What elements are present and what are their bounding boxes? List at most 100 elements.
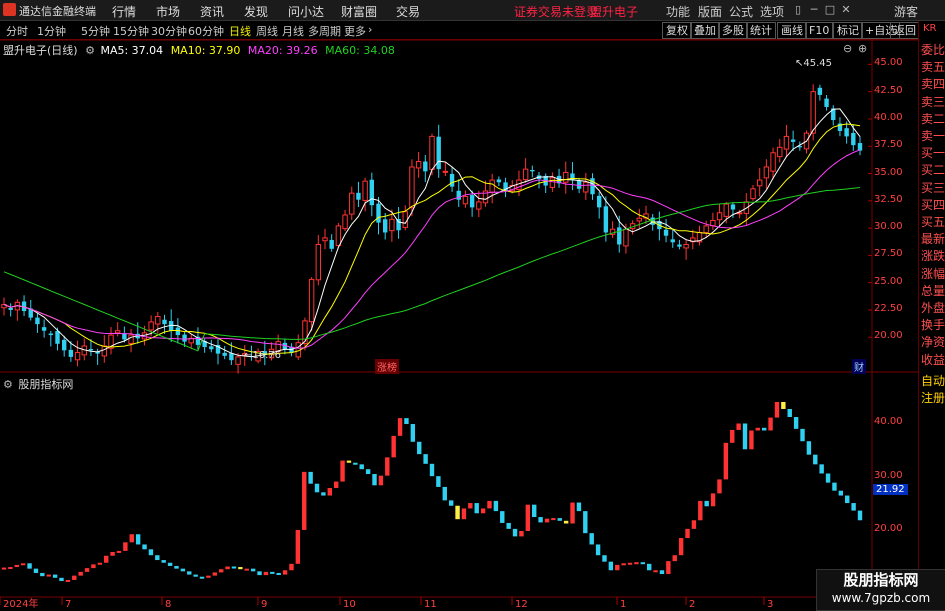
indicator-bar bbox=[372, 474, 377, 486]
indicator-bar bbox=[295, 529, 301, 564]
indicator-tick-label: 30.00 bbox=[874, 469, 903, 481]
x-tick-label: 3 bbox=[767, 599, 773, 609]
indicator-bar bbox=[257, 571, 262, 576]
x-tick-label: 9 bbox=[261, 599, 267, 609]
sidebar-tab-8[interactable]: 买三 bbox=[921, 179, 945, 196]
indicator-bar bbox=[461, 508, 467, 520]
indicator-bar bbox=[231, 566, 237, 569]
indicator-bar bbox=[487, 500, 492, 509]
indicator-bar bbox=[148, 549, 154, 556]
candle-body bbox=[549, 177, 556, 188]
indicator-bar bbox=[698, 500, 703, 521]
indicator-bar bbox=[538, 517, 543, 523]
sidebar-tab-12[interactable]: 涨跌 bbox=[921, 247, 945, 264]
candle-body bbox=[636, 217, 643, 222]
indicator-bar bbox=[563, 520, 569, 524]
x-tick-label: 10 bbox=[343, 599, 356, 609]
candle-body bbox=[489, 179, 495, 193]
candle-body bbox=[389, 218, 395, 232]
x-tick-label: 8 bbox=[165, 599, 171, 609]
sidebar-tab-4[interactable]: 卖二 bbox=[921, 110, 945, 127]
sidebar-tab-13[interactable]: 涨幅 bbox=[921, 265, 945, 282]
price-tick-label: 35.00 bbox=[874, 166, 903, 178]
indicator-bar bbox=[20, 563, 26, 566]
sidebar-tab-0[interactable]: 委比 bbox=[921, 41, 945, 58]
indicator-bar bbox=[52, 574, 58, 578]
indicator-bar bbox=[819, 464, 824, 474]
candle-body bbox=[114, 330, 121, 334]
watermark: 股朋指标网 www.7gpzb.com bbox=[816, 569, 945, 611]
candle-body bbox=[583, 181, 589, 193]
indicator-current-value: 21.92 bbox=[873, 484, 908, 495]
sidebar-tab-7[interactable]: 买二 bbox=[921, 161, 945, 178]
indicator-bar bbox=[78, 571, 83, 576]
high-annotation: ↖45.45 bbox=[795, 58, 833, 69]
indicator-bar bbox=[97, 562, 103, 565]
indicator-bar bbox=[474, 503, 479, 514]
sidebar-tab-20[interactable]: 注册 bbox=[921, 389, 945, 406]
indicator-bar bbox=[442, 486, 447, 501]
zhangbang-tag[interactable]: 涨榜 bbox=[375, 359, 399, 374]
candle-body bbox=[128, 334, 134, 344]
indicator-bar bbox=[397, 418, 403, 436]
candle-body bbox=[824, 98, 829, 107]
sidebar-tab-18[interactable]: 收益 bbox=[921, 351, 945, 368]
indicator-bar bbox=[480, 508, 486, 514]
indicator-bar bbox=[608, 561, 614, 571]
candle-body bbox=[683, 243, 689, 249]
candle-body bbox=[209, 346, 214, 350]
x-tick-label: 2 bbox=[689, 599, 695, 609]
sidebar-tab-6[interactable]: 买一 bbox=[921, 144, 945, 161]
indicator-bar bbox=[813, 454, 818, 465]
indicator-bar bbox=[448, 500, 454, 506]
indicator-bar bbox=[46, 574, 51, 577]
indicator-bar bbox=[634, 562, 639, 565]
sidebar-tab-17[interactable]: 净资 bbox=[921, 333, 945, 350]
indicator-bar bbox=[417, 441, 422, 455]
candle-body bbox=[844, 128, 849, 137]
chart-canvas[interactable]: 2024年 7 8 9 10 11 12 1 2 3 bbox=[0, 0, 918, 609]
indicator-bar bbox=[155, 555, 160, 561]
sidebar-tab-15[interactable]: 外盘 bbox=[921, 299, 945, 316]
indicator-bar bbox=[436, 476, 441, 487]
sidebar-tab-14[interactable]: 总量 bbox=[921, 282, 945, 299]
indicator-bar bbox=[302, 471, 307, 530]
indicator-bar bbox=[806, 441, 812, 455]
indicator-bar bbox=[774, 401, 780, 418]
indicator-bar bbox=[1, 567, 7, 570]
candle-body bbox=[703, 225, 709, 234]
candle-body bbox=[68, 349, 74, 357]
indicator-bar bbox=[263, 571, 269, 576]
sidebar-tab-1[interactable]: 卖五 bbox=[921, 58, 945, 75]
price-tick-label: 45.00 bbox=[874, 57, 903, 69]
sidebar-tab-5[interactable]: 卖一 bbox=[921, 127, 945, 144]
indicator-bar bbox=[270, 571, 275, 574]
indicator-bar bbox=[423, 454, 428, 464]
indicator-bar bbox=[781, 401, 786, 409]
indicator-bar bbox=[238, 567, 243, 570]
candle-body bbox=[851, 133, 856, 146]
indicator-bar bbox=[557, 518, 562, 521]
sidebar-tab-3[interactable]: 卖三 bbox=[921, 93, 945, 110]
candle-body bbox=[48, 333, 54, 336]
candle-body bbox=[770, 152, 776, 172]
indicator-bar bbox=[845, 495, 850, 504]
candle-body bbox=[35, 317, 40, 325]
indicator-bar bbox=[359, 464, 364, 470]
indicator-bar bbox=[378, 475, 384, 486]
cai-tag[interactable]: 财 bbox=[852, 359, 866, 374]
sidebar-tab-16[interactable]: 换手 bbox=[921, 316, 945, 333]
sidebar-tab-9[interactable]: 买四 bbox=[921, 196, 945, 213]
indicator-bar bbox=[800, 428, 805, 442]
price-tick-label: 22.50 bbox=[874, 302, 903, 314]
indicator-bar bbox=[768, 417, 773, 431]
sidebar-tab-19[interactable]: 自动 bbox=[921, 372, 945, 389]
indicator-bar bbox=[825, 473, 831, 483]
sidebar-tab-10[interactable]: 买五 bbox=[921, 213, 945, 230]
ma60-line bbox=[3, 187, 861, 352]
candle-body bbox=[396, 218, 401, 231]
indicator-bar bbox=[736, 423, 741, 430]
sidebar-tab-11[interactable]: 最新 bbox=[921, 230, 945, 247]
candle-body bbox=[88, 349, 94, 351]
sidebar-tab-2[interactable]: 卖四 bbox=[921, 75, 945, 92]
